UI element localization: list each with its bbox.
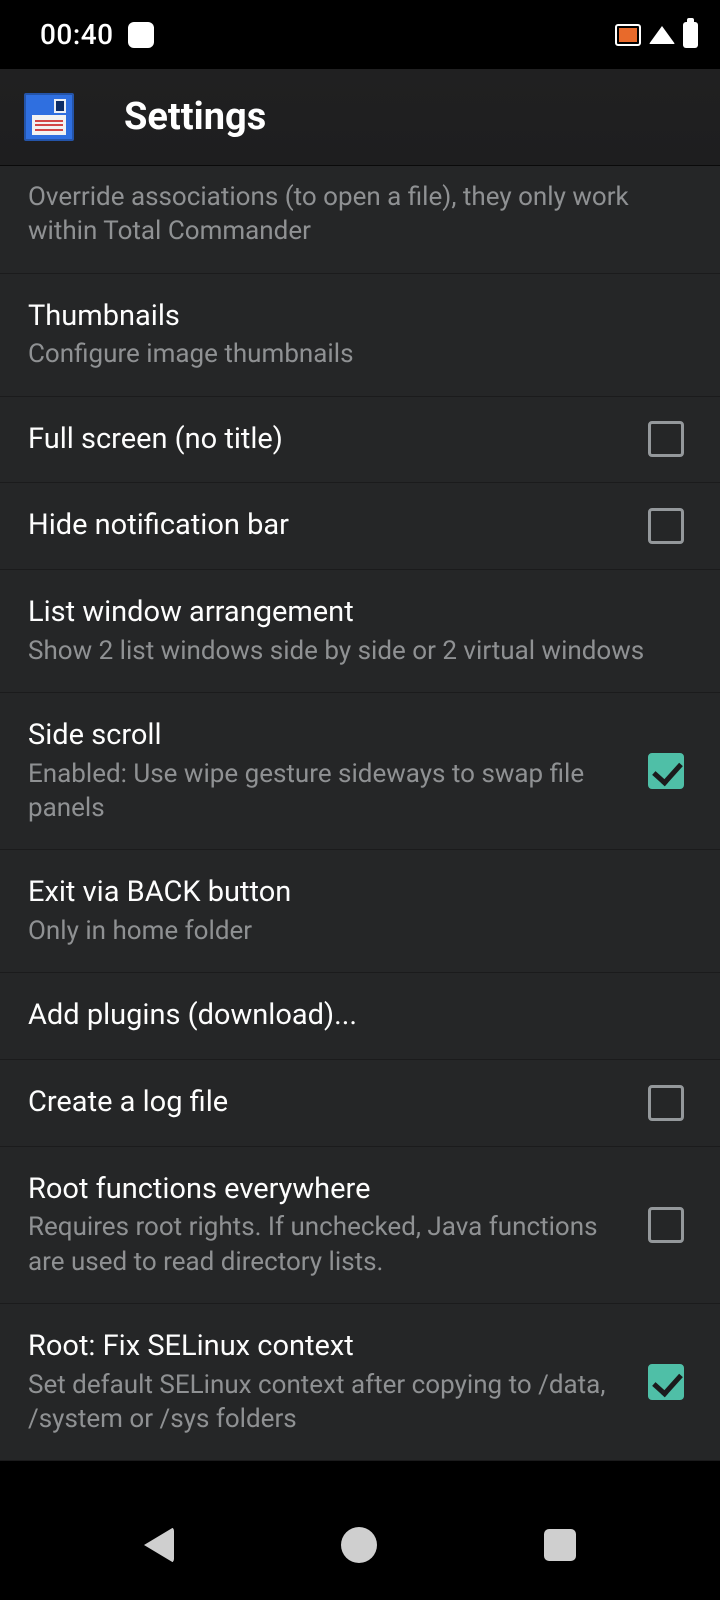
settings-item-create-log-file[interactable]: Create a log file xyxy=(0,1060,720,1147)
settings-item-root-functions-everywhere[interactable]: Root functions everywhereRequires root r… xyxy=(0,1147,720,1304)
status-bar: 00:40 xyxy=(0,0,720,69)
settings-item-text: Side scrollEnabled: Use wipe gesture sid… xyxy=(28,717,628,825)
settings-item-title: Hide notification bar xyxy=(28,507,628,545)
nav-back-icon[interactable] xyxy=(144,1527,174,1563)
cast-icon xyxy=(615,24,641,46)
settings-item-title: Add plugins (download)... xyxy=(28,997,692,1035)
checkbox-hide-notification-bar[interactable] xyxy=(648,508,684,544)
android-navbar xyxy=(0,1489,720,1600)
checkbox-full-screen[interactable] xyxy=(648,421,684,457)
settings-item-full-screen[interactable]: Full screen (no title) xyxy=(0,397,720,484)
settings-item-text: ThumbnailsConfigure image thumbnails xyxy=(28,298,692,372)
settings-item-add-plugins[interactable]: Add plugins (download)... xyxy=(0,973,720,1060)
settings-item-text: Hide notification bar xyxy=(28,507,628,545)
settings-item-list-window-arrangement[interactable]: List window arrangementShow 2 list windo… xyxy=(0,570,720,693)
checkbox-side-scroll[interactable] xyxy=(648,753,684,789)
settings-item-hide-notification-bar[interactable]: Hide notification bar xyxy=(0,483,720,570)
settings-item-title: List window arrangement xyxy=(28,594,692,632)
status-clock: 00:40 xyxy=(40,18,114,51)
settings-item-text: Root functions everywhereRequires root r… xyxy=(28,1171,628,1279)
settings-item-subtitle: Override associations (to open a file), … xyxy=(28,178,692,249)
settings-item-thumbnails[interactable]: ThumbnailsConfigure image thumbnails xyxy=(0,274,720,397)
page-title: Settings xyxy=(124,95,266,139)
app-floppy-icon xyxy=(24,93,74,141)
settings-item-title: Exit via BACK button xyxy=(28,874,692,912)
wifi-icon xyxy=(649,26,675,44)
settings-item-subtitle: Set default SELinux context after copyin… xyxy=(28,1366,628,1437)
settings-item-title: Thumbnails xyxy=(28,298,692,336)
settings-item-subtitle: Configure image thumbnails xyxy=(28,335,692,371)
status-left: 00:40 xyxy=(40,18,154,51)
checkbox-root-functions-everywhere[interactable] xyxy=(648,1207,684,1243)
nav-home-icon[interactable] xyxy=(341,1527,377,1563)
settings-item-title: Create a log file xyxy=(28,1084,628,1122)
settings-item-title: Root: Fix SELinux context xyxy=(28,1328,628,1366)
settings-item-subtitle: Show 2 list windows side by side or 2 vi… xyxy=(28,632,692,668)
settings-item-text: Add plugins (download)... xyxy=(28,997,692,1035)
status-right xyxy=(615,22,698,48)
settings-item-root-fix-selinux[interactable]: Root: Fix SELinux contextSet default SEL… xyxy=(0,1304,720,1461)
settings-item-override-associations[interactable]: Override associations (to open a file), … xyxy=(0,166,720,274)
settings-item-title: Full screen (no title) xyxy=(28,421,628,459)
settings-item-title: Root functions everywhere xyxy=(28,1171,628,1209)
settings-item-text: Root: Fix SELinux contextSet default SEL… xyxy=(28,1328,628,1436)
nav-recent-icon[interactable] xyxy=(544,1529,576,1561)
settings-item-subtitle: Only in home folder xyxy=(28,912,692,948)
settings-list-container: Override associations (to open a file), … xyxy=(0,166,720,1489)
checkbox-create-log-file[interactable] xyxy=(648,1085,684,1121)
checkbox-root-fix-selinux[interactable] xyxy=(648,1364,684,1400)
battery-icon xyxy=(683,22,698,48)
notification-dot-icon xyxy=(128,22,154,48)
settings-item-subtitle: Requires root rights. If unchecked, Java… xyxy=(28,1208,628,1279)
settings-item-title: Side scroll xyxy=(28,717,628,755)
settings-item-text: Exit via BACK buttonOnly in home folder xyxy=(28,874,692,948)
settings-item-text: Override associations (to open a file), … xyxy=(28,178,692,249)
settings-item-text: Create a log file xyxy=(28,1084,628,1122)
app-bar: Settings xyxy=(0,69,720,166)
settings-item-exit-via-back[interactable]: Exit via BACK buttonOnly in home folder xyxy=(0,850,720,973)
settings-item-subtitle: Enabled: Use wipe gesture sideways to sw… xyxy=(28,755,628,826)
settings-item-text: List window arrangementShow 2 list windo… xyxy=(28,594,692,668)
settings-item-text: Full screen (no title) xyxy=(28,421,628,459)
settings-item-side-scroll[interactable]: Side scrollEnabled: Use wipe gesture sid… xyxy=(0,693,720,850)
